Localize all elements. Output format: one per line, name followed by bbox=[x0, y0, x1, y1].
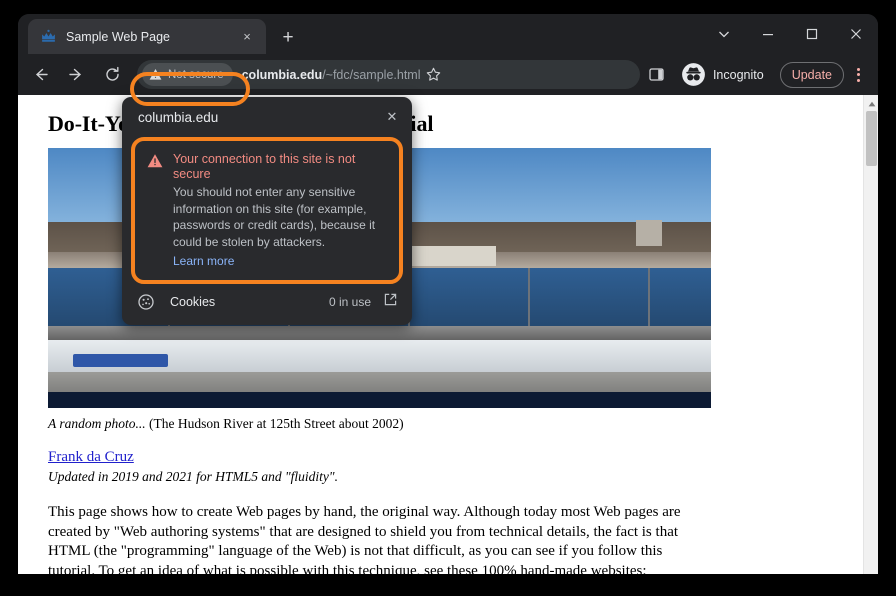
tab-title: Sample Web Page bbox=[66, 29, 170, 44]
insecure-connection-warning: Your connection to this site is not secu… bbox=[131, 137, 403, 284]
cookie-icon bbox=[138, 294, 156, 310]
reload-button[interactable] bbox=[97, 60, 127, 90]
browser-toolbar: Not secure columbia.edu/~fdc/sample.html bbox=[18, 54, 878, 95]
learn-more-link[interactable]: Learn more bbox=[173, 254, 234, 268]
incognito-indicator[interactable]: Incognito bbox=[676, 61, 775, 89]
popup-close-icon[interactable]: ✕ bbox=[378, 103, 406, 131]
browser-tab[interactable]: Sample Web Page × bbox=[28, 19, 266, 54]
warning-triangle-icon bbox=[149, 69, 162, 80]
external-link-icon bbox=[384, 293, 398, 311]
body-paragraph: This page shows how to create Web pages … bbox=[48, 504, 681, 574]
popup-origin-label: columbia.edu bbox=[138, 109, 219, 125]
photo-caption: A random photo... (The Hudson River at 1… bbox=[48, 416, 863, 432]
popup-row-site-settings[interactable]: Site settings bbox=[122, 320, 412, 325]
not-secure-chip[interactable]: Not secure bbox=[142, 63, 233, 86]
page-scrollbar[interactable] bbox=[863, 95, 878, 574]
chrome-menu-icon[interactable] bbox=[845, 60, 871, 90]
cookies-label: Cookies bbox=[170, 295, 216, 309]
author-link[interactable]: Frank da Cruz bbox=[48, 449, 134, 466]
scroll-up-arrow-icon[interactable] bbox=[864, 97, 878, 110]
not-secure-label: Not secure bbox=[168, 68, 224, 81]
incognito-label: Incognito bbox=[712, 67, 764, 82]
scrollbar-thumb[interactable] bbox=[866, 111, 877, 166]
cookies-value: 0 in use bbox=[328, 295, 371, 309]
browser-window: Sample Web Page × + Not secure columbia.… bbox=[18, 14, 878, 574]
popup-row-cookies[interactable]: Cookies 0 in use bbox=[122, 284, 412, 320]
warning-title: Your connection to this site is not secu… bbox=[173, 152, 356, 181]
side-panel-icon[interactable] bbox=[643, 60, 671, 90]
url-path: /~fdc/sample.html bbox=[322, 67, 421, 82]
minimize-icon[interactable] bbox=[746, 14, 790, 54]
address-bar[interactable]: Not secure columbia.edu/~fdc/sample.html bbox=[137, 60, 640, 89]
url-text: columbia.edu/~fdc/sample.html bbox=[242, 68, 421, 82]
tab-strip: Sample Web Page × + bbox=[18, 14, 878, 54]
warning-body: You should not enter any sensitive infor… bbox=[173, 185, 376, 249]
site-information-popup: columbia.edu ✕ Your connection to this s… bbox=[122, 97, 412, 325]
forward-button[interactable] bbox=[61, 60, 91, 90]
caption-rest: (The Hudson River at 125th Street about … bbox=[145, 416, 404, 431]
bookmark-star-icon[interactable] bbox=[421, 62, 447, 88]
columbia-crown-icon bbox=[42, 29, 55, 42]
update-button[interactable]: Update bbox=[779, 61, 844, 88]
screenshot-root: Sample Web Page × + Not secure columbia.… bbox=[0, 0, 896, 596]
close-icon[interactable] bbox=[834, 14, 878, 54]
popup-header: columbia.edu ✕ bbox=[122, 97, 412, 137]
tab-search-chevron-icon[interactable] bbox=[702, 14, 746, 54]
maximize-icon[interactable] bbox=[790, 14, 834, 54]
back-button[interactable] bbox=[25, 60, 55, 90]
window-controls bbox=[702, 14, 878, 54]
updated-note: Updated in 2019 and 2021 for HTML5 and "… bbox=[48, 469, 338, 484]
warning-triangle-icon bbox=[147, 154, 163, 168]
incognito-icon bbox=[682, 63, 705, 86]
url-domain: columbia.edu bbox=[241, 67, 323, 82]
caption-italic: A random photo... bbox=[48, 416, 146, 431]
warning-text-block: Your connection to this site is not secu… bbox=[173, 152, 387, 270]
new-tab-button[interactable]: + bbox=[274, 23, 302, 51]
tab-close-icon[interactable]: × bbox=[236, 26, 258, 48]
